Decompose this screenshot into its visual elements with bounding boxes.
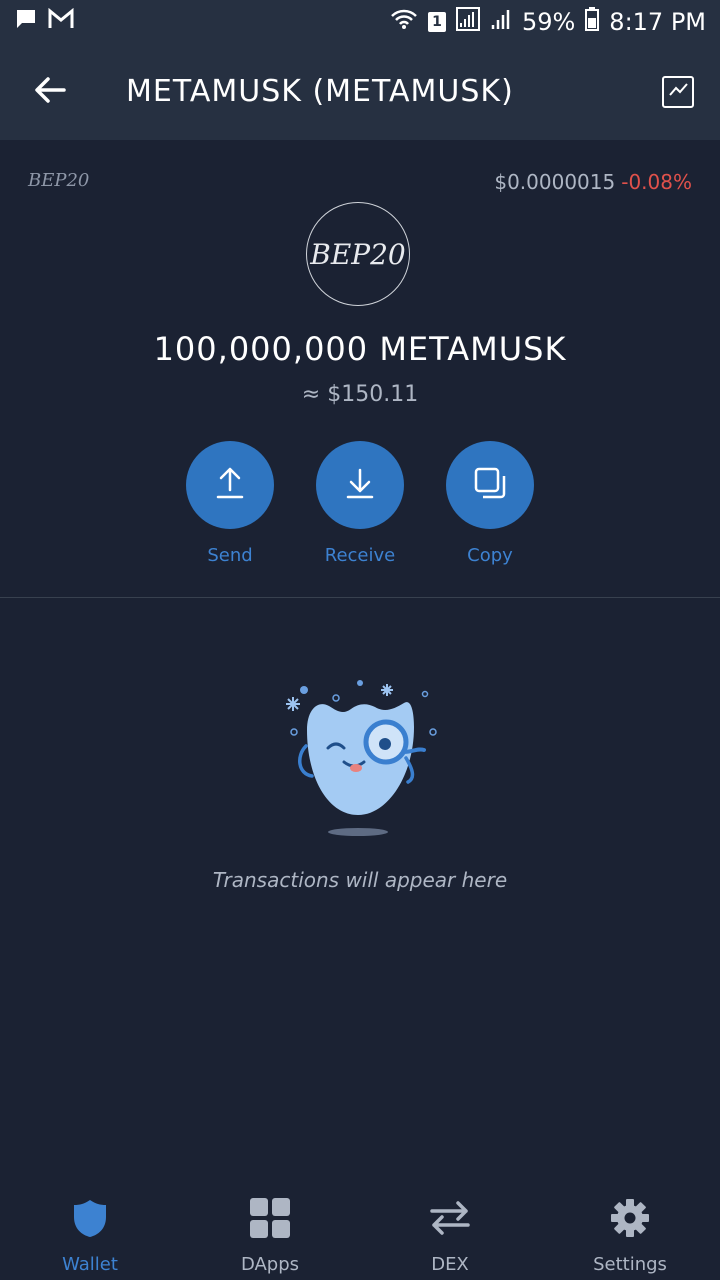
upload-arrow-icon: [215, 466, 245, 504]
token-balance: 100,000,000 METAMUSK: [153, 330, 567, 368]
chat-icon: [14, 7, 38, 37]
nav-settings[interactable]: Settings: [540, 1170, 720, 1280]
receive-label: Receive: [324, 545, 396, 566]
bottom-nav: Wallet DApps DEX Settings: [0, 1170, 720, 1280]
sim-badge: 1: [427, 12, 446, 32]
battery-icon: [585, 7, 600, 37]
nav-dapps[interactable]: DApps: [180, 1170, 360, 1280]
token-logo-text: BEP20: [310, 237, 406, 271]
price-chart-icon: [667, 79, 689, 105]
token-price: $0.0000015: [494, 170, 616, 194]
status-bar: 1 59% 8:17 PM: [0, 0, 720, 44]
price-info: $0.0000015 -0.08%: [494, 170, 692, 194]
download-arrow-icon: [345, 466, 375, 504]
price-change: -0.08%: [621, 170, 692, 194]
shield-icon: [72, 1198, 108, 1242]
battery-percent: 59%: [521, 8, 576, 36]
send-label: Send: [207, 545, 253, 566]
wifi-icon: [390, 8, 418, 36]
swap-arrows-icon: [430, 1198, 470, 1242]
receive-circle[interactable]: [316, 441, 404, 529]
divider: [0, 597, 720, 598]
app-bar: METAMUSK (METAMUSK): [0, 44, 720, 140]
mascot-magnifier-illustration: [270, 672, 450, 844]
gear-icon: [610, 1198, 650, 1242]
copy-circle[interactable]: [446, 441, 534, 529]
nav-wallet-label: Wallet: [62, 1254, 118, 1275]
nav-dex-label: DEX: [431, 1254, 469, 1275]
back-button[interactable]: [30, 72, 70, 112]
nav-wallet[interactable]: Wallet: [0, 1170, 180, 1280]
send-button[interactable]: Send: [186, 441, 274, 566]
token-type-label: BEP20: [28, 170, 90, 191]
gmail-icon: [48, 7, 74, 36]
nav-settings-label: Settings: [593, 1254, 667, 1275]
fiat-value: ≈ $150.11: [301, 382, 419, 407]
back-arrow-icon: [34, 76, 66, 108]
nav-dex[interactable]: DEX: [360, 1170, 540, 1280]
empty-state-message: Transactions will appear here: [212, 868, 508, 892]
signal-icon: [455, 7, 480, 37]
clock: 8:17 PM: [609, 8, 706, 36]
token-logo: BEP20: [306, 202, 410, 306]
copy-icon: [473, 466, 507, 504]
page-title: METAMUSK (METAMUSK): [126, 74, 514, 109]
copy-button[interactable]: Copy: [446, 441, 534, 566]
receive-button[interactable]: Receive: [316, 441, 404, 566]
copy-label: Copy: [467, 545, 513, 566]
send-circle[interactable]: [186, 441, 274, 529]
price-chart-button[interactable]: [662, 76, 694, 108]
grid-icon: [250, 1198, 290, 1242]
signal-icon-2: [490, 7, 512, 37]
nav-dapps-label: DApps: [240, 1254, 300, 1275]
